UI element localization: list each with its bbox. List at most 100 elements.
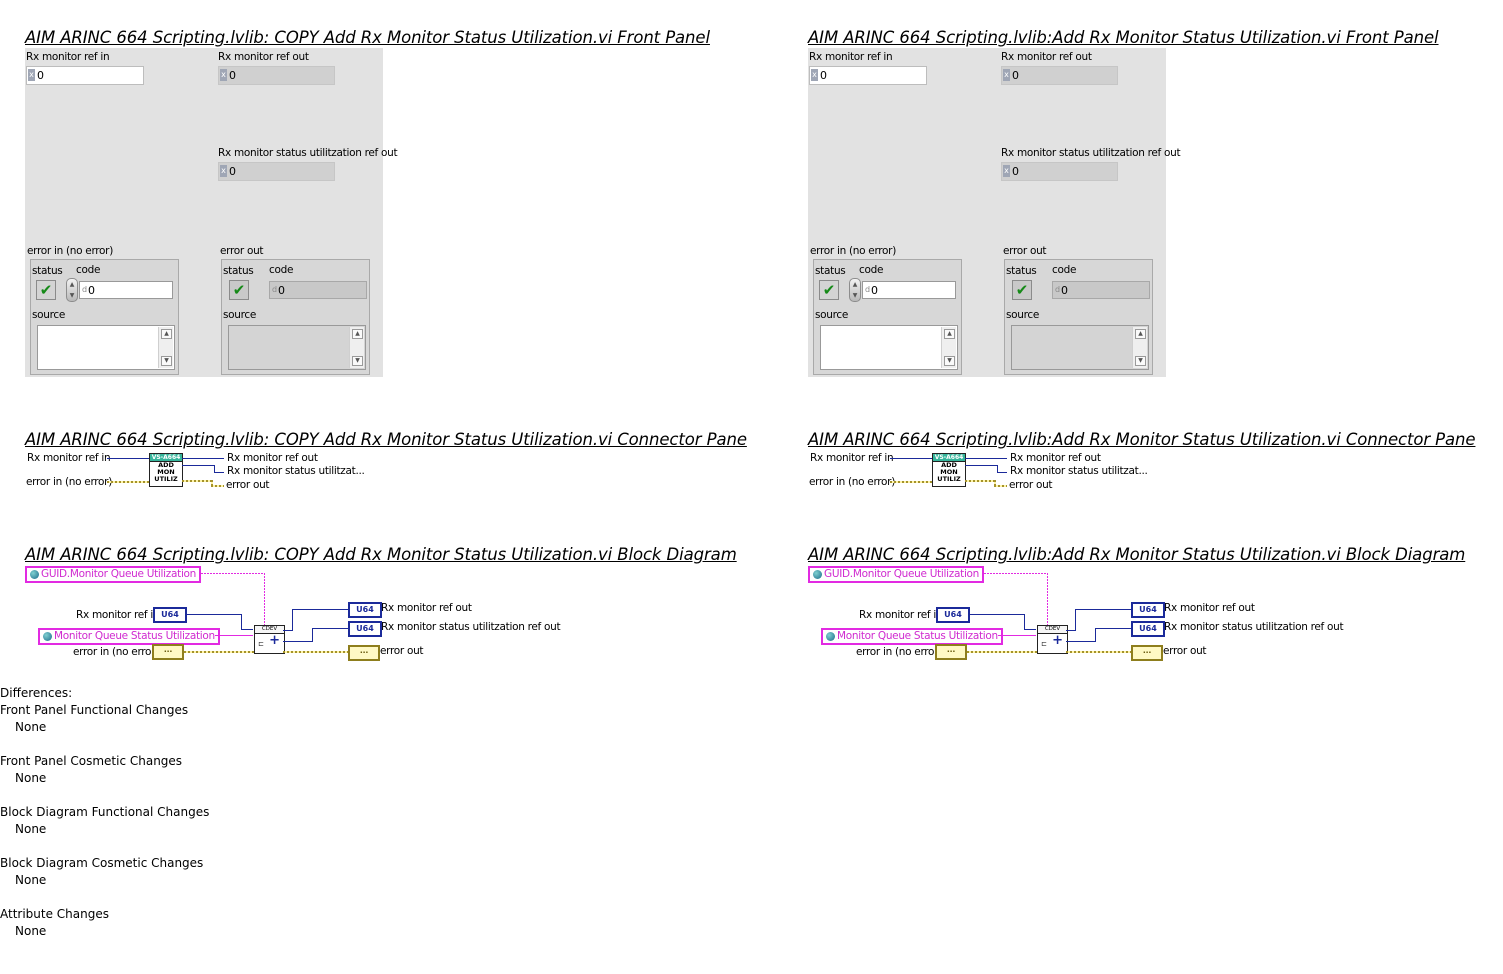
cp-rx-out-wire [965,458,1007,459]
cp-status-out-label: Rx monitor status utilitzat... [1010,465,1148,477]
scroll-up-icon[interactable]: ▲ [944,329,955,339]
add-monitor-node[interactable]: CDEV ⊏ + [254,625,285,654]
diff-category: Block Diagram Functional Changes [0,805,210,819]
rx-in-wire [187,614,242,615]
scroll-down-icon[interactable]: ▼ [1135,356,1146,366]
scroll-up-icon[interactable]: ▲ [1135,329,1146,339]
radix-indicator: x [220,69,227,81]
source-scrollbar[interactable]: ▲ ▼ [941,327,956,368]
rx-in-wire [241,629,253,630]
code-indicator: d 0 [269,281,367,299]
source-scrollbar[interactable]: ▲ ▼ [349,327,364,368]
code-control[interactable]: d 0 [79,281,173,299]
plus-icon: + [269,633,280,648]
status-out-terminal[interactable]: U64 [1131,621,1165,637]
queue-status-constant[interactable]: Monitor Queue Status Utilization [38,628,220,645]
code-increment-decrement[interactable]: ▲ ▼ [66,278,78,302]
status-label: status [223,265,254,277]
source-control[interactable]: ▲ ▼ [37,325,175,370]
cp-error-in-wire [107,481,149,483]
queue-status-constant[interactable]: Monitor Queue Status Utilization [821,628,1003,645]
guid-wire [984,573,1048,574]
code-increment-decrement[interactable]: ▲ ▼ [849,278,861,302]
rx-in-terminal[interactable]: U64 [153,607,187,623]
source-control[interactable]: ▲ ▼ [820,325,958,370]
rx-out-indicator: x 0 [1001,66,1118,85]
source-scrollbar[interactable]: ▲ ▼ [1132,327,1147,368]
rx-in-control[interactable]: x 0 [809,66,927,85]
add-monitor-node[interactable]: CDEV ⊏ + [1037,625,1068,654]
cp-error-in-label: error in (no error) [809,476,895,488]
vi-icon-line3: UTILIZ [937,475,961,483]
rx-out-terminal[interactable]: U64 [1131,602,1165,618]
scroll-down-icon[interactable]: ▼ [944,356,955,366]
guid-wire [264,573,265,627]
error-out-label: error out [1003,245,1047,257]
status-label: status [815,265,846,277]
vi-icon[interactable]: VS-A664 ADD MON UTILIZ [149,453,183,487]
rx-in-value: 0 [37,69,44,82]
scroll-down-icon[interactable]: ▼ [161,356,172,366]
rx-in-terminal[interactable]: U64 [936,607,970,623]
status-checkbox[interactable]: ✔ [819,280,839,300]
status-checkbox[interactable]: ✔ [36,280,56,300]
radix-indicator: x [28,69,35,81]
source-label: source [32,309,66,321]
rx-in-control[interactable]: x 0 [26,66,144,85]
code-value: 0 [278,284,285,297]
cp-rx-in-wire [890,458,932,459]
cp-status-out-wire [182,465,214,466]
error-out-terminal[interactable]: ⋯ [348,645,380,661]
cp-status-out-wire [214,472,224,473]
source-scrollbar[interactable]: ▲ ▼ [158,327,173,368]
status-out-wire [1095,628,1131,629]
error-out-cluster: status code ✔ d 0 source ▲ ▼ [221,259,370,375]
error-out-terminal[interactable]: ⋯ [1131,645,1163,661]
error-in-terminal[interactable]: ⋯ [152,644,184,660]
guid-constant[interactable]: GUID.Monitor Queue Utilization [25,566,202,583]
cp-rx-in-wire [107,458,149,459]
connector-pane: Rx monitor ref in error in (no error) VS… [808,448,1168,496]
status-out-label: Rx monitor status utilitzation ref out [218,147,398,159]
vi-icon-line3: UTILIZ [154,475,178,483]
status-out-wire [1095,628,1096,642]
rx-out-terminal[interactable]: U64 [348,602,382,618]
error-in-wire [967,651,1037,653]
guid-wire [201,573,265,574]
source-indicator: ▲ ▼ [228,325,366,370]
cp-error-in-label: error in (no error) [26,476,112,488]
scroll-up-icon[interactable]: ▲ [161,329,172,339]
status-out-terminal[interactable]: U64 [348,621,382,637]
status-out-value: 0 [1012,165,1019,178]
bd-rx-out-label: Rx monitor ref out [1164,602,1255,614]
cp-error-out-wire [994,485,1007,487]
cp-status-out-wire [997,472,1007,473]
rx-in-label: Rx monitor ref in [809,51,893,63]
bd-rx-in-label: Rx monitor ref in [76,609,160,621]
status-out-label: Rx monitor status utilitzation ref out [1001,147,1181,159]
cp-error-out-label: error out [226,479,270,491]
rx-in-wire [241,614,242,630]
vi-icon[interactable]: VS-A664 ADD MON UTILIZ [932,453,966,487]
rx-in-wire [1024,614,1025,630]
rx-out-wire [292,609,293,631]
guid-constant[interactable]: GUID.Monitor Queue Utilization [808,566,985,583]
rx-in-value: 0 [820,69,827,82]
scroll-up-icon[interactable]: ▲ [352,329,363,339]
error-out-cluster: status code ✔ d 0 source ▲ ▼ [1004,259,1153,375]
cp-status-out-label: Rx monitor status utilitzat... [227,465,365,477]
left-block-diagram-title: AIM ARINC 664 Scripting.lvlib: COPY Add … [25,545,737,564]
error-in-terminal[interactable]: ⋯ [935,644,967,660]
radix-indicator: x [1003,69,1010,81]
diff-category: Front Panel Cosmetic Changes [0,754,183,768]
left-connector-pane-title: AIM ARINC 664 Scripting.lvlib: COPY Add … [25,430,747,449]
cp-rx-out-label: Rx monitor ref out [227,452,318,464]
cp-status-out-wire [965,465,997,466]
scroll-down-icon[interactable]: ▼ [352,356,363,366]
code-control[interactable]: d 0 [862,281,956,299]
diff-value: None [15,873,47,887]
status-out-wire [1066,641,1096,642]
code-radix: d [864,285,871,294]
right-block-diagram-title: AIM ARINC 664 Scripting.lvlib:Add Rx Mon… [808,545,1466,564]
cp-rx-in-label: Rx monitor ref in [27,452,111,464]
